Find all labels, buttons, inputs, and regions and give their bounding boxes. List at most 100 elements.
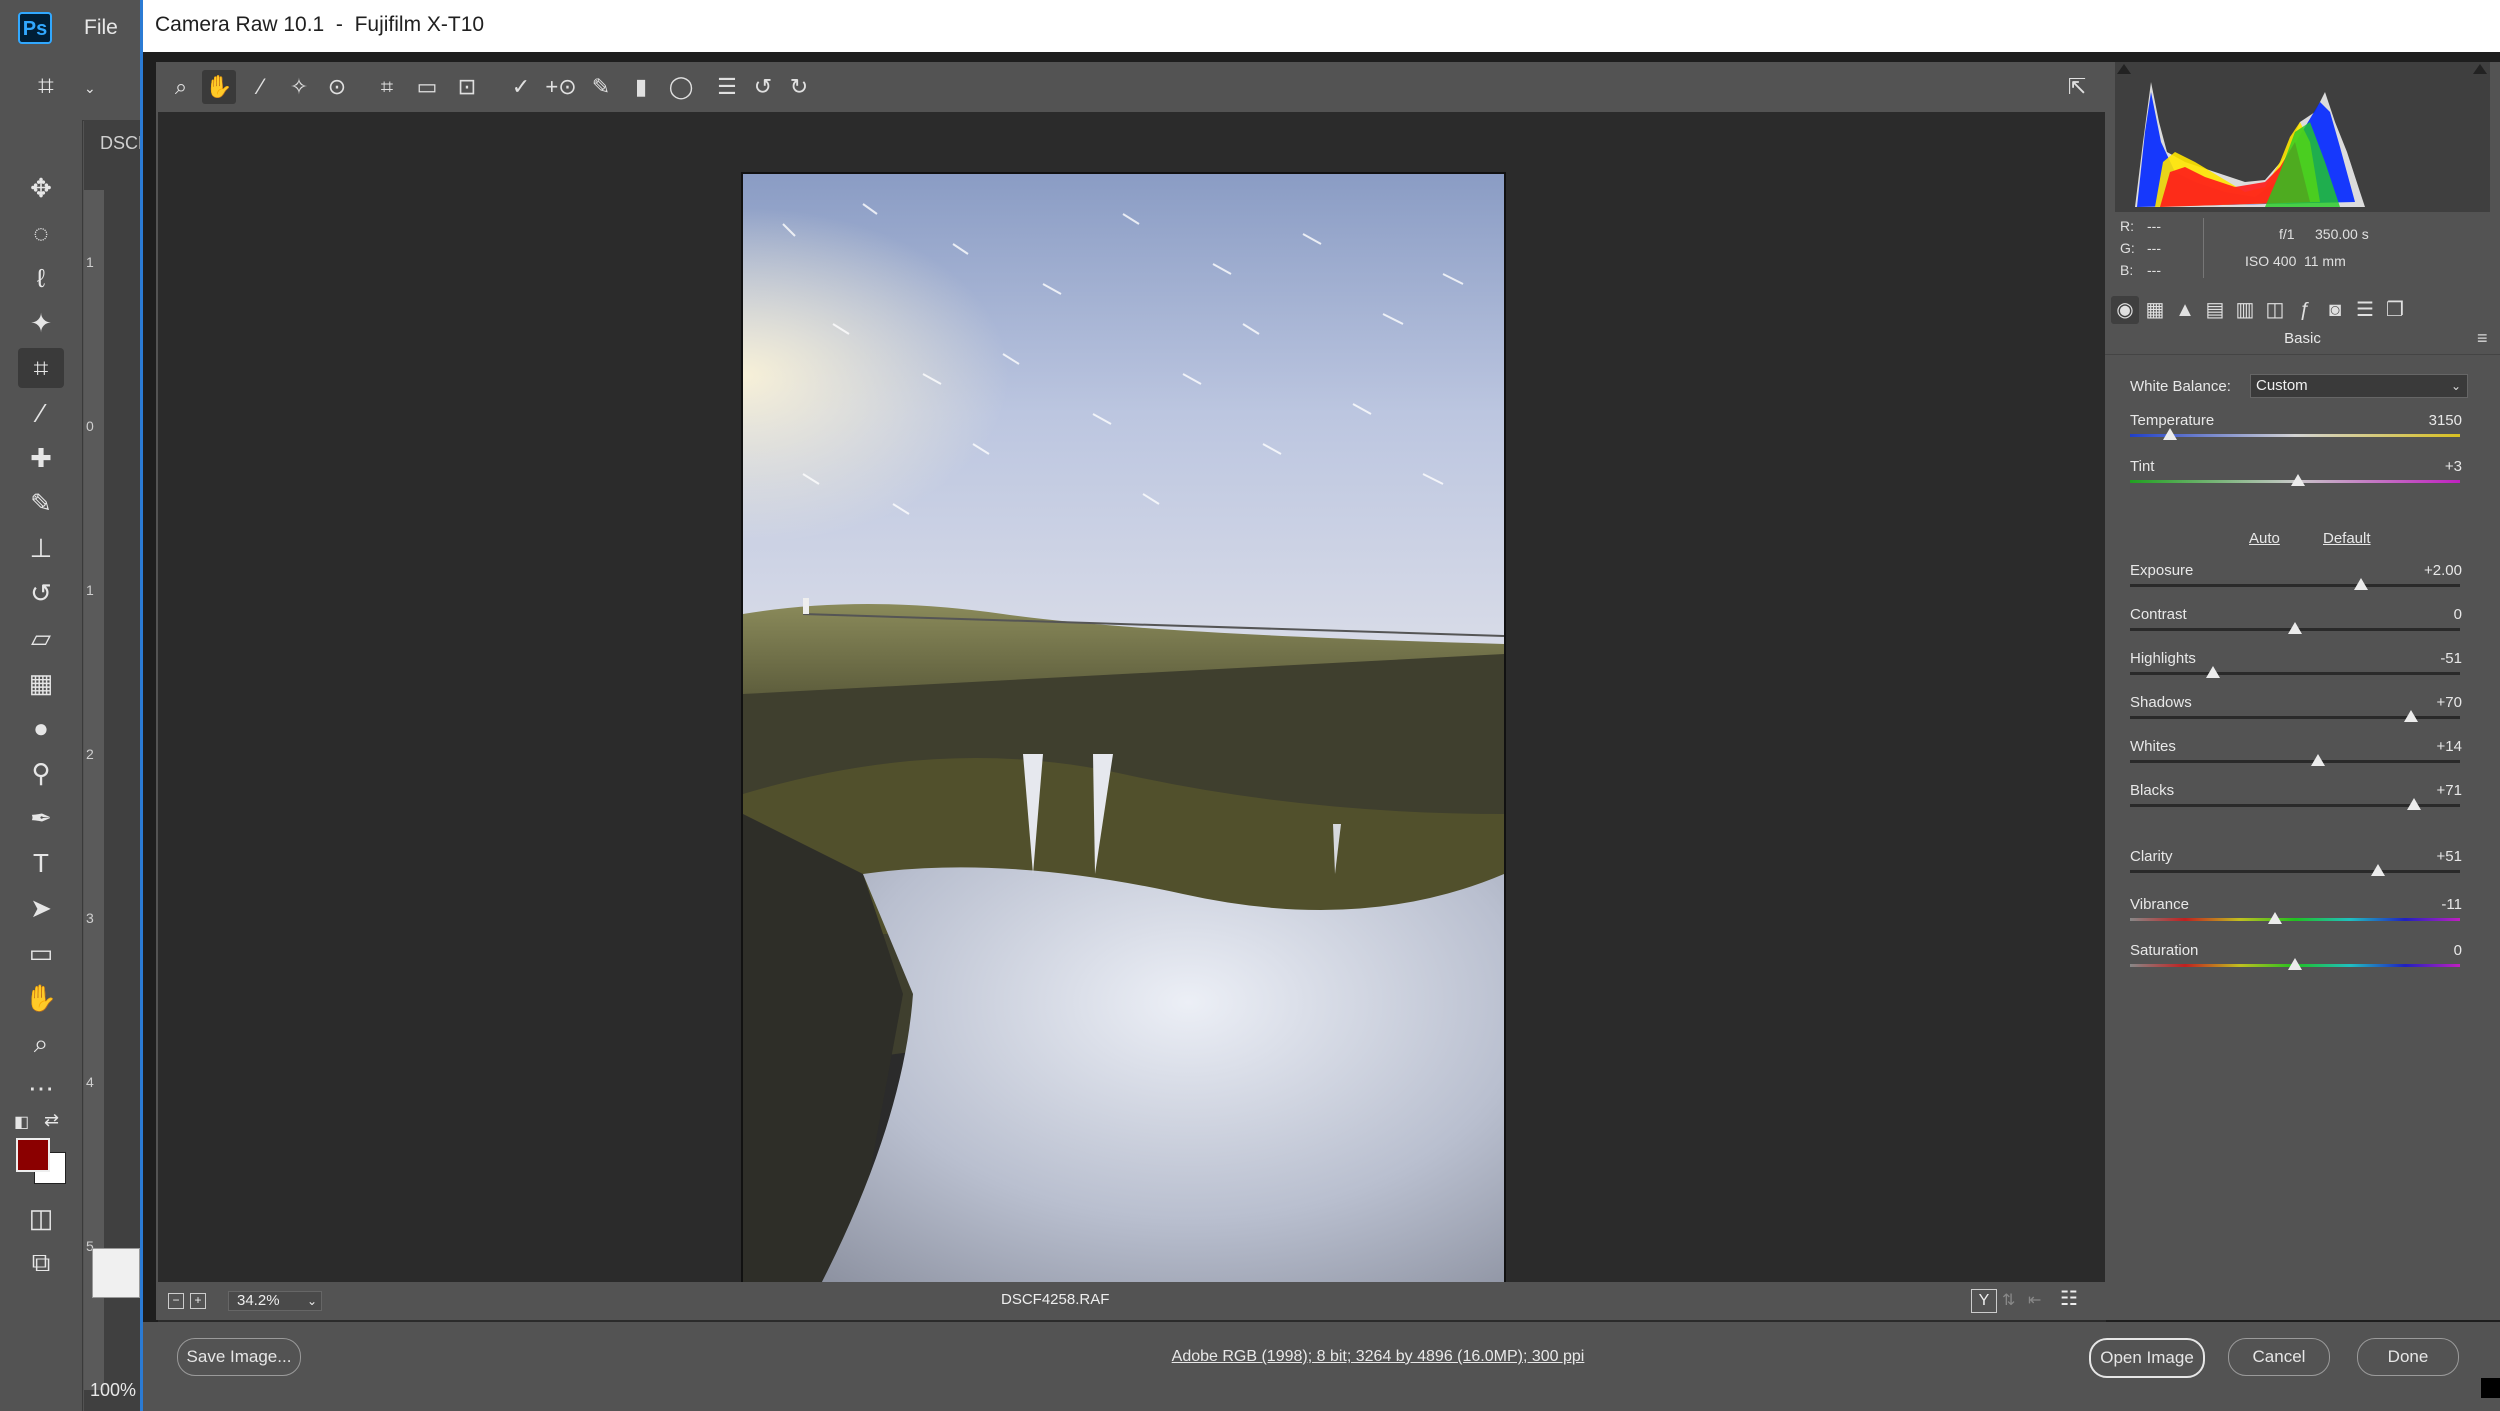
lasso-tool-icon[interactable]: ℓ bbox=[18, 258, 64, 298]
move-tool-icon[interactable]: ✥ bbox=[18, 168, 64, 208]
rotate-left-icon[interactable]: ↺ bbox=[746, 70, 780, 104]
tint-value[interactable]: +3 bbox=[2445, 458, 2462, 475]
history-brush-icon[interactable]: ↺ bbox=[18, 573, 64, 613]
temperature-slider-track[interactable] bbox=[2130, 434, 2460, 437]
clarity-slider-thumb[interactable] bbox=[2370, 864, 2385, 876]
crop-tool-preset-icon[interactable]: ⌗ bbox=[38, 70, 54, 103]
highlight-clipping-icon[interactable] bbox=[2473, 64, 2487, 74]
vibrance-value[interactable]: -11 bbox=[2441, 896, 2462, 913]
fullscreen-toggle-icon[interactable]: ⇱ bbox=[2060, 70, 2094, 104]
detail-tab-icon[interactable]: ▲ bbox=[2171, 296, 2199, 324]
transform-tool-icon[interactable]: ⊡ bbox=[450, 70, 484, 104]
basic-tab-icon[interactable]: ◉ bbox=[2111, 296, 2139, 324]
swap-colors-icon[interactable]: ⇄ bbox=[44, 1110, 59, 1131]
saturation-slider-thumb[interactable] bbox=[2288, 958, 2302, 970]
highlights-slider-thumb[interactable] bbox=[2205, 666, 2220, 678]
effects-tab-icon[interactable]: ƒ bbox=[2291, 296, 2319, 324]
exposure-slider-track[interactable] bbox=[2130, 584, 2460, 587]
whites-slider-thumb[interactable] bbox=[2311, 754, 2326, 766]
gradient-tool-icon[interactable]: ▦ bbox=[18, 663, 64, 703]
temperature-slider-thumb[interactable] bbox=[2162, 428, 2177, 440]
default-colors-icon[interactable]: ◧ bbox=[14, 1112, 29, 1132]
eyedropper-icon[interactable]: ⁄ bbox=[18, 393, 64, 433]
hsl-tab-icon[interactable]: ▤ bbox=[2201, 296, 2229, 324]
pen-tool-icon[interactable]: ✒ bbox=[18, 798, 64, 838]
contrast-value[interactable]: 0 bbox=[2454, 606, 2462, 623]
panel-menu-icon[interactable]: ≡ bbox=[2477, 328, 2488, 349]
whites-slider-track[interactable] bbox=[2130, 760, 2460, 763]
spot-removal-icon[interactable]: ✓ bbox=[504, 70, 538, 104]
magic-wand-icon[interactable]: ✦ bbox=[18, 303, 64, 343]
saturation-value[interactable]: 0 bbox=[2454, 942, 2462, 959]
brush-tool-icon[interactable]: ✎ bbox=[18, 483, 64, 523]
contrast-slider-thumb[interactable] bbox=[2288, 622, 2302, 634]
radial-filter-icon[interactable]: ◯ bbox=[664, 70, 698, 104]
white-balance-tool-icon[interactable]: ⁄ bbox=[244, 70, 278, 104]
crop-tool-icon[interactable]: ⌗ bbox=[18, 348, 64, 388]
resize-grip[interactable] bbox=[2481, 1378, 2500, 1398]
hand-tool-icon[interactable]: ✋ bbox=[18, 978, 64, 1018]
blacks-slider-thumb[interactable] bbox=[2406, 798, 2421, 810]
white-balance-select[interactable]: Custom ⌄ bbox=[2250, 374, 2468, 398]
shadows-value[interactable]: +70 bbox=[2437, 694, 2462, 711]
graduated-filter-icon[interactable]: ▮ bbox=[624, 70, 658, 104]
view-settings-icon[interactable]: ☷ bbox=[2060, 1286, 2078, 1311]
presets-tab-icon[interactable]: ☰ bbox=[2351, 296, 2379, 324]
menu-file[interactable]: File bbox=[84, 16, 118, 40]
workflow-options-link[interactable]: Adobe RGB (1998); 8 bit; 3264 by 4896 (1… bbox=[1078, 1348, 1678, 1366]
auto-link[interactable]: Auto bbox=[2249, 530, 2280, 547]
default-link[interactable]: Default bbox=[2323, 530, 2371, 547]
camera-calibration-tab-icon[interactable]: ◙ bbox=[2321, 296, 2349, 324]
zoom-tool-icon[interactable]: ⌕ bbox=[18, 1023, 64, 1063]
swap-before-after-icon[interactable]: ⇅ bbox=[2002, 1290, 2015, 1310]
clarity-value[interactable]: +51 bbox=[2437, 848, 2462, 865]
quick-mask-icon[interactable]: ◫ bbox=[18, 1198, 64, 1238]
clarity-slider-track[interactable] bbox=[2130, 870, 2460, 873]
vibrance-slider-thumb[interactable] bbox=[2268, 912, 2283, 924]
copy-settings-icon[interactable]: ⇤ bbox=[2028, 1290, 2041, 1310]
done-button[interactable]: Done bbox=[2357, 1338, 2459, 1376]
save-image-button[interactable]: Save Image... bbox=[177, 1338, 301, 1376]
rectangle-tool-icon[interactable]: ▭ bbox=[18, 933, 64, 973]
image-preview[interactable] bbox=[158, 112, 2106, 1338]
split-toning-tab-icon[interactable]: ▥ bbox=[2231, 296, 2259, 324]
eraser-icon[interactable]: ▱ bbox=[18, 618, 64, 658]
red-eye-icon[interactable]: +⊙ bbox=[544, 70, 578, 104]
temperature-value[interactable]: 3150 bbox=[2429, 412, 2462, 429]
more-tools-icon[interactable]: ⋯ bbox=[18, 1068, 64, 1108]
path-selection-icon[interactable]: ➤ bbox=[18, 888, 64, 928]
zoom-tool-icon[interactable]: ⌕ bbox=[164, 70, 198, 104]
shadow-clipping-icon[interactable] bbox=[2117, 64, 2131, 74]
cancel-button[interactable]: Cancel bbox=[2228, 1338, 2330, 1376]
vibrance-slider-track[interactable] bbox=[2130, 918, 2460, 921]
crop-tool-icon[interactable]: ⌗ bbox=[370, 70, 404, 104]
zoom-in-button[interactable]: + bbox=[190, 1293, 206, 1309]
shadows-slider-thumb[interactable] bbox=[2403, 710, 2418, 722]
tint-slider-thumb[interactable] bbox=[2291, 474, 2306, 486]
whites-value[interactable]: +14 bbox=[2437, 738, 2462, 755]
screen-mode-icon[interactable]: ⧉ bbox=[18, 1242, 64, 1282]
foreground-color-swatch[interactable] bbox=[16, 1138, 50, 1172]
snapshots-tab-icon[interactable]: ❐ bbox=[2381, 296, 2409, 324]
preferences-list-icon[interactable]: ☰ bbox=[710, 70, 744, 104]
zoom-level-select[interactable]: 34.2% ⌄ bbox=[228, 1291, 322, 1311]
ellipse-marquee-icon[interactable]: ◌ bbox=[18, 213, 64, 253]
clone-stamp-icon[interactable]: ⊥ bbox=[18, 528, 64, 568]
straighten-tool-icon[interactable]: ▭ bbox=[410, 70, 444, 104]
zoom-out-button[interactable]: − bbox=[168, 1293, 184, 1309]
type-tool-icon[interactable]: T bbox=[18, 843, 64, 883]
lens-corrections-tab-icon[interactable]: ◫ bbox=[2261, 296, 2289, 324]
color-sampler-icon[interactable]: ✧ bbox=[282, 70, 316, 104]
healing-brush-icon[interactable]: ✚ bbox=[18, 438, 64, 478]
dodge-tool-icon[interactable]: ⚲ bbox=[18, 753, 64, 793]
targeted-adjustment-icon[interactable]: ⊙ bbox=[320, 70, 354, 104]
highlights-slider-track[interactable] bbox=[2130, 672, 2460, 675]
blur-tool-icon[interactable]: ● bbox=[18, 708, 64, 748]
highlights-value[interactable]: -51 bbox=[2440, 650, 2462, 667]
open-image-button[interactable]: Open Image bbox=[2089, 1338, 2205, 1378]
before-after-view-icon[interactable]: Y bbox=[1971, 1289, 1997, 1313]
tone-curve-tab-icon[interactable]: ▦ bbox=[2141, 296, 2169, 324]
exposure-slider-thumb[interactable] bbox=[2354, 578, 2368, 590]
hand-tool-icon[interactable]: ✋ bbox=[202, 70, 236, 104]
rotate-right-icon[interactable]: ↻ bbox=[782, 70, 816, 104]
